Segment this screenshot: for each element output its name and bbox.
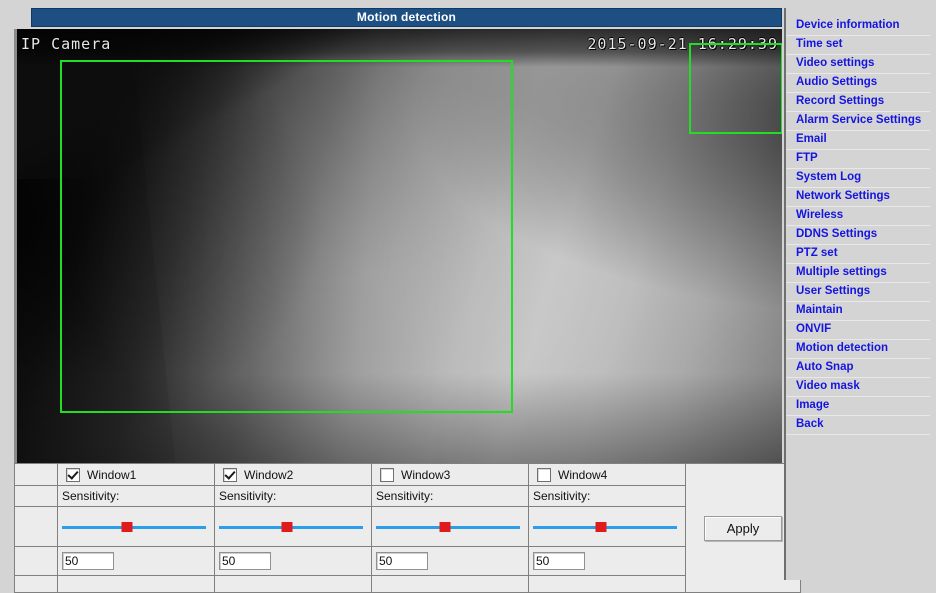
window-4-sensitivity-label: Sensitivity: (533, 489, 591, 503)
ip-camera-web-ui: Motion detection IP Camera 2015-09-21 16… (0, 0, 936, 593)
sidebar-item-ptz-set[interactable]: PTZ set (786, 245, 930, 264)
sidebar-item-multiple-settings[interactable]: Multiple settings (786, 264, 930, 283)
sidebar-item-ddns-settings[interactable]: DDNS Settings (786, 226, 930, 245)
window-2-value-cell (214, 546, 372, 576)
window-2-checkbox[interactable] (223, 467, 237, 482)
window-1-checkbox[interactable] (66, 467, 80, 482)
row-spacer-cell (14, 575, 58, 593)
motion-detection-box-2[interactable] (689, 43, 782, 134)
window-4-label: Window4 (558, 467, 608, 482)
sidebar-item-back[interactable]: Back (786, 416, 930, 435)
window-3-value-cell (371, 546, 529, 576)
sidebar-item-maintain[interactable]: Maintain (786, 302, 930, 321)
page-title: Motion detection (31, 8, 782, 27)
row-spacer-cell (14, 463, 58, 486)
sidebar-item-auto-snap[interactable]: Auto Snap (786, 359, 930, 378)
window-2-sensitivity-label: Sensitivity: (219, 489, 277, 503)
window-4-sensitivity-input[interactable] (533, 552, 585, 570)
osd-camera-name: IP Camera (21, 35, 112, 53)
table-row-sensitivity-labels: Sensitivity: Sensitivity: Sensitivity: S… (14, 485, 801, 507)
window-3-checkbox[interactable] (380, 467, 394, 482)
sidebar-item-time-set[interactable]: Time set (786, 36, 930, 55)
row-spacer-cell (14, 506, 58, 547)
table-row-window-toggles: Window1 Window2 Window3 Window4 Apply (14, 463, 801, 593)
window-3-sensitivity-slider[interactable] (376, 517, 520, 537)
window-1-value-cell (57, 546, 215, 576)
window-1-slider-cell (57, 506, 215, 547)
sidebar-item-image[interactable]: Image (786, 397, 930, 416)
sidebar-item-system-log[interactable]: System Log (786, 169, 930, 188)
window-2-label: Window2 (244, 467, 294, 482)
table-row-empty (14, 575, 801, 593)
window-1-toggle-cell: Window1 (57, 463, 215, 486)
window-3-sensitivity-label: Sensitivity: (376, 489, 434, 503)
sidebar-item-wireless[interactable]: Wireless (786, 207, 930, 226)
window-2-toggle-cell: Window2 (214, 463, 372, 486)
table-row-sensitivity-values (14, 546, 801, 576)
window-1-sensitivity-label: Sensitivity: (62, 489, 120, 503)
window-3-sensitivity-label-cell: Sensitivity: (371, 485, 529, 507)
video-preview-panel[interactable]: IP Camera 2015-09-21 16:29:39 (14, 29, 782, 463)
slider-thumb[interactable] (595, 521, 607, 532)
window-3-toggle-cell: Window3 (371, 463, 529, 486)
sidebar-item-network-settings[interactable]: Network Settings (786, 188, 930, 207)
main-content-column: Motion detection IP Camera 2015-09-21 16… (14, 8, 801, 593)
sidebar-item-email[interactable]: Email (786, 131, 930, 150)
window-3-label: Window3 (401, 467, 451, 482)
window-2-sensitivity-label-cell: Sensitivity: (214, 485, 372, 507)
window-3-sensitivity-input[interactable] (376, 552, 428, 570)
window-1-sensitivity-input[interactable] (62, 552, 114, 570)
window-4-toggle-cell: Window4 (528, 463, 686, 486)
window-1-sensitivity-slider[interactable] (62, 517, 206, 537)
sidebar-item-user-settings[interactable]: User Settings (786, 283, 930, 302)
window-2-sensitivity-input[interactable] (219, 552, 271, 570)
slider-thumb[interactable] (439, 521, 451, 532)
window-2-sensitivity-slider[interactable] (219, 517, 363, 537)
sidebar-item-motion-detection[interactable]: Motion detection (786, 340, 930, 359)
window-3-slider-cell (371, 506, 529, 547)
motion-detection-box-1[interactable] (60, 60, 513, 413)
sidebar-item-device-information[interactable]: Device information (786, 17, 930, 36)
window-4-value-cell (528, 546, 686, 576)
sidebar-item-ftp[interactable]: FTP (786, 150, 930, 169)
apply-button[interactable]: Apply (704, 515, 782, 541)
sidebar-item-video-mask[interactable]: Video mask (786, 378, 930, 397)
sidebar-item-alarm-service-settings[interactable]: Alarm Service Settings (786, 112, 930, 131)
window-1-sensitivity-label-cell: Sensitivity: (57, 485, 215, 507)
slider-thumb[interactable] (121, 521, 133, 532)
window-2-slider-cell (214, 506, 372, 547)
window-1-empty-cell (57, 575, 215, 593)
sidebar-item-record-settings[interactable]: Record Settings (786, 93, 930, 112)
row-spacer-cell (14, 485, 58, 507)
table-row-sensitivity-sliders (14, 506, 801, 547)
sidebar-item-onvif[interactable]: ONVIF (786, 321, 930, 340)
row-spacer-cell (14, 546, 58, 576)
slider-track (62, 525, 206, 529)
window-3-empty-cell (371, 575, 529, 593)
sidebar-item-audio-settings[interactable]: Audio Settings (786, 74, 930, 93)
sidebar-item-video-settings[interactable]: Video settings (786, 55, 930, 74)
window-4-slider-cell (528, 506, 686, 547)
window-4-checkbox[interactable] (537, 467, 551, 482)
window-4-empty-cell (528, 575, 686, 593)
window-2-empty-cell (214, 575, 372, 593)
window-4-sensitivity-label-cell: Sensitivity: (528, 485, 686, 507)
navigation-sidebar: Device information Time set Video settin… (784, 8, 936, 580)
motion-window-settings-table: Window1 Window2 Window3 Window4 Apply Se… (14, 463, 801, 593)
window-1-label: Window1 (87, 467, 137, 482)
slider-thumb[interactable] (281, 521, 293, 532)
window-4-sensitivity-slider[interactable] (533, 517, 677, 537)
